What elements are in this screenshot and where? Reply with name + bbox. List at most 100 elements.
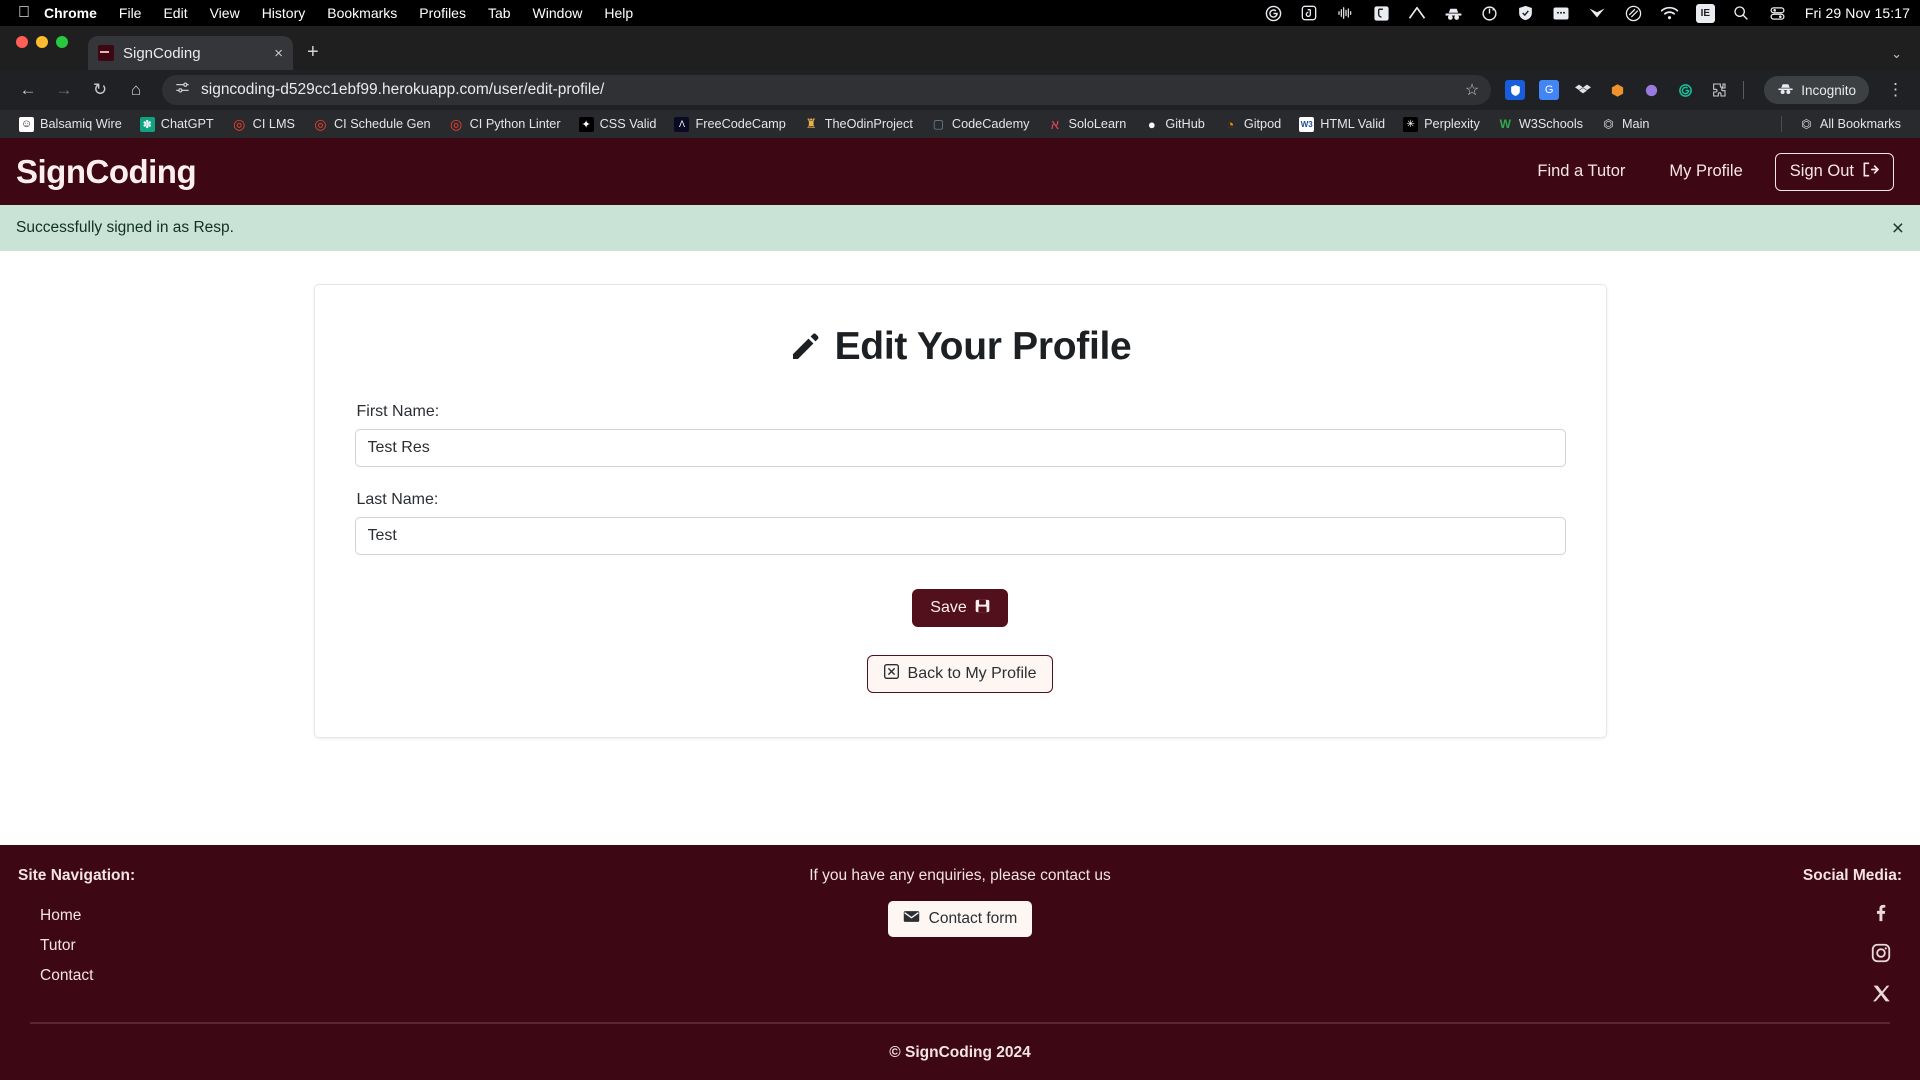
bookmark-ci-schedule-gen[interactable]: ◎ CI Schedule Gen [304, 112, 440, 136]
address-bar[interactable]: signcoding-d529cc1ebf99.herokuapp.com/us… [162, 75, 1492, 105]
maximize-window-button[interactable] [56, 36, 68, 48]
honey-ext-icon[interactable] [1607, 80, 1627, 100]
facebook-icon[interactable] [1870, 901, 1892, 923]
x-twitter-icon[interactable] [1871, 983, 1892, 1004]
new-tab-button[interactable]: + [307, 42, 319, 62]
menu-item-window[interactable]: Window [533, 5, 583, 21]
menu-item-history[interactable]: History [262, 5, 306, 21]
bookmark-label: FreeCodeCamp [695, 117, 786, 131]
omnibox-row: ← → ↻ ⌂ signcoding-d529cc1ebf99.herokuap… [0, 70, 1920, 110]
joplin-icon[interactable] [1300, 4, 1319, 23]
bookmark-freecodecamp[interactable]: Λ FreeCodeCamp [665, 112, 794, 136]
search-icon[interactable] [1732, 4, 1751, 23]
menu-item-bookmarks[interactable]: Bookmarks [327, 5, 397, 21]
back-row: Back to My Profile [355, 637, 1566, 693]
envelope-icon [903, 910, 920, 928]
colorzilla-ext-icon[interactable] [1641, 80, 1661, 100]
menu-item-file[interactable]: File [119, 5, 142, 21]
page-title-text: Edit Your Profile [834, 325, 1132, 368]
footer-link-home[interactable]: Home [18, 901, 640, 931]
google-translate-ext-icon[interactable]: G [1539, 80, 1560, 100]
bookmark-github[interactable]: ● GitHub [1135, 112, 1214, 136]
menu-item-profiles[interactable]: Profiles [419, 5, 466, 21]
menu-item-tab[interactable]: Tab [488, 5, 511, 21]
all-bookmarks-label: All Bookmarks [1819, 117, 1901, 131]
close-window-button[interactable] [16, 36, 28, 48]
grammarly-icon[interactable] [1264, 4, 1283, 23]
contact-form-button[interactable]: Contact form [887, 901, 1033, 937]
bitwarden-icon[interactable] [1372, 4, 1391, 23]
minimize-window-button[interactable] [36, 36, 48, 48]
all-bookmarks-button[interactable]: ⏣ All Bookmarks [1790, 112, 1910, 136]
wifi-icon[interactable] [1660, 4, 1679, 23]
bitwarden-ext-icon[interactable] [1505, 80, 1526, 100]
site-nav: Find a Tutor My Profile Sign Out [1515, 152, 1904, 191]
bookmark-theodinproject[interactable]: ♜ TheOdinProject [795, 112, 922, 136]
bookmark-html-valid[interactable]: W3 HTML Valid [1290, 112, 1394, 136]
bookmark-css-valid[interactable]: ✦ CSS Valid [570, 112, 666, 136]
save-button[interactable]: Save [912, 589, 1008, 627]
chrome-menu-button[interactable]: ⋮ [1883, 80, 1908, 100]
os-menu-bar:  Chrome File Edit View History Bookmark… [0, 0, 1920, 26]
audio-waveform-icon[interactable] [1336, 4, 1355, 23]
nav-link-my-profile[interactable]: My Profile [1647, 162, 1764, 181]
footer-link-contact[interactable]: Contact [18, 961, 640, 991]
bookmark-label: SoloLearn [1068, 117, 1127, 131]
bookmark-codecademy[interactable]: ▢ CodeCademy [922, 112, 1039, 136]
sync-icon[interactable] [1480, 4, 1499, 23]
home-button[interactable]: ⌂ [120, 74, 152, 106]
alert-close-icon[interactable]: × [1892, 218, 1904, 239]
chevron-down-icon[interactable] [1588, 4, 1607, 23]
bookmark-ci-lms[interactable]: ◎ CI LMS [223, 112, 304, 136]
window-icon[interactable] [1552, 4, 1571, 23]
tune-icon[interactable] [174, 79, 191, 101]
sololearn-icon: א [1050, 116, 1060, 132]
bookmark-balsamiq-wire[interactable]: ☺ Balsamiq Wire [10, 112, 131, 136]
dropbox-ext-icon[interactable] [1573, 80, 1593, 100]
nordvpn-icon[interactable] [1408, 4, 1427, 23]
nav-link-find-a-tutor[interactable]: Find a Tutor [1515, 162, 1647, 181]
menu-item-help[interactable]: Help [604, 5, 633, 21]
footer-link-tutor[interactable]: Tutor [18, 931, 640, 961]
sign-out-button[interactable]: Sign Out [1774, 152, 1894, 191]
instagram-icon[interactable] [1870, 942, 1892, 964]
menu-item-view[interactable]: View [210, 5, 240, 21]
control-center-icon[interactable] [1768, 4, 1787, 23]
back-button[interactable]: ← [12, 74, 44, 106]
bookmarks-bar: ☺ Balsamiq Wire ✽ ChatGPT ◎ CI LMS ◎ CI Sche… [0, 110, 1920, 138]
apple-icon[interactable]:  [18, 5, 30, 21]
browser-tab-signcoding[interactable]: SignCoding × [88, 36, 293, 70]
menu-item-chrome[interactable]: Chrome [44, 5, 97, 21]
bookmark-ci-python-linter[interactable]: ◎ CI Python Linter [440, 112, 570, 136]
save-label: Save [930, 599, 967, 616]
bookmark-perplexity[interactable]: ✳ Perplexity [1394, 112, 1489, 136]
shield-icon[interactable] [1516, 4, 1535, 23]
forward-button[interactable]: → [48, 74, 80, 106]
url-text[interactable]: signcoding-d529cc1ebf99.herokuapp.com/us… [201, 81, 1455, 99]
bookmark-sololearn[interactable]: א SoloLearn [1038, 112, 1135, 136]
last-name-label: Last Name: [356, 491, 439, 508]
bookmark-folder-main[interactable]: ⏣ Main [1592, 112, 1659, 136]
menu-item-edit[interactable]: Edit [163, 5, 187, 21]
bookmark-star-icon[interactable]: ☆ [1465, 80, 1479, 100]
first-name-field[interactable] [354, 429, 1566, 467]
reload-button[interactable]: ↻ [84, 74, 116, 106]
back-to-my-profile-button[interactable]: Back to My Profile [866, 655, 1054, 693]
incognito-icon[interactable] [1444, 4, 1463, 23]
site-logo[interactable]: SignCoding [16, 153, 197, 191]
incognito-badge[interactable]: Incognito [1764, 76, 1869, 104]
bookmark-label: CI Schedule Gen [333, 117, 431, 131]
bookmark-w3schools[interactable]: W W3Schools [1489, 112, 1592, 136]
bookmark-chatgpt[interactable]: ✽ ChatGPT [131, 112, 223, 136]
tab-search-chevron-down-icon[interactable]: ⌄ [1891, 46, 1902, 62]
close-tab-button[interactable]: × [274, 45, 283, 62]
dropbox-icon[interactable] [1624, 4, 1643, 23]
os-clock[interactable]: Fri 29 Nov 15:17 [1805, 5, 1910, 21]
puzzle-ext-icon[interactable] [1709, 80, 1729, 100]
grammarly-ext-icon[interactable] [1675, 80, 1695, 100]
ie-icon[interactable]: IE [1695, 3, 1715, 23]
last-name-field[interactable] [354, 517, 1566, 555]
incognito-label: Incognito [1801, 82, 1856, 98]
save-disk-icon [975, 599, 990, 618]
bookmark-gitpod[interactable]: ◔ Gitpod [1214, 112, 1290, 136]
